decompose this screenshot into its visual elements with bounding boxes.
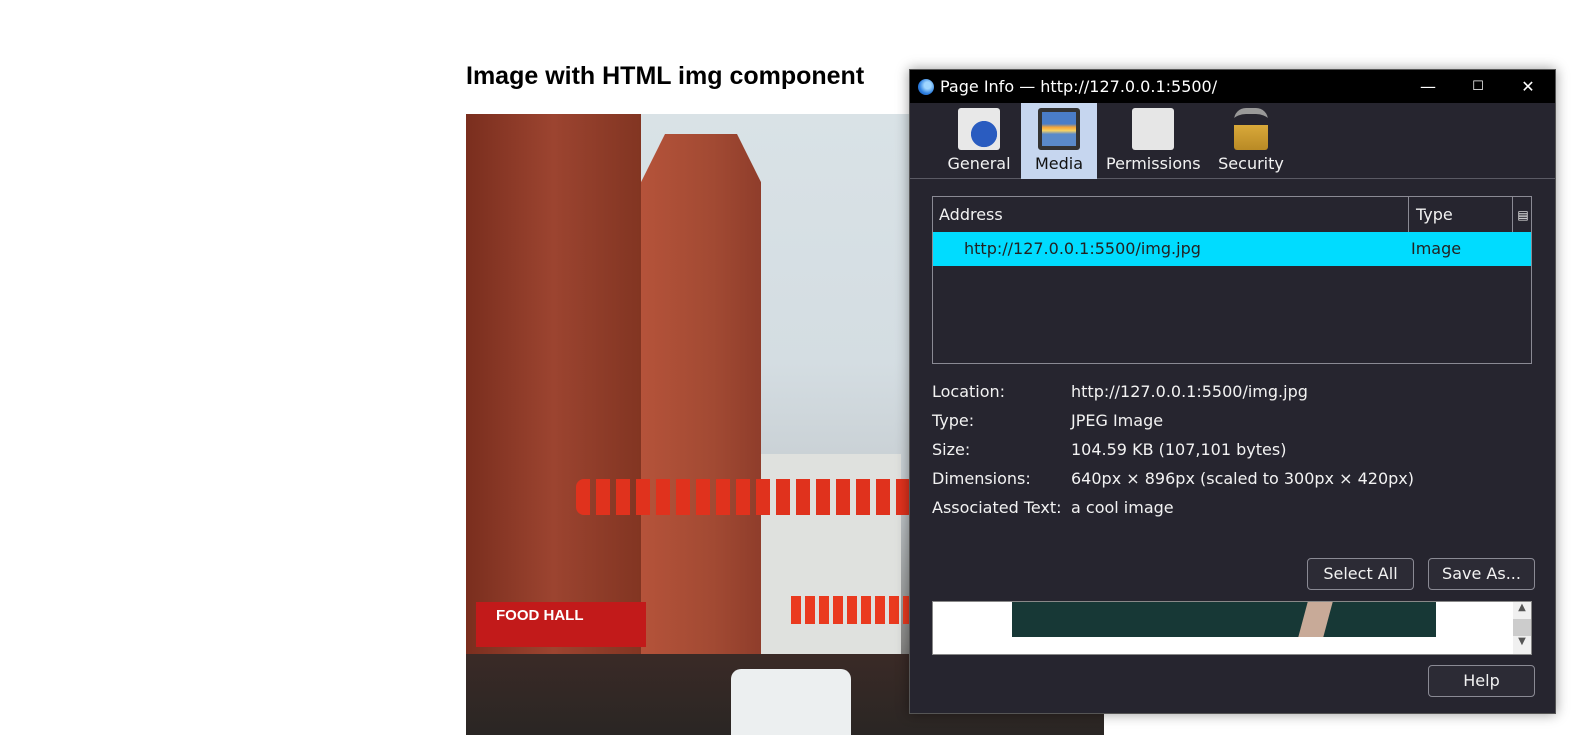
info-associated-text: Associated Text: a cool image	[932, 498, 1174, 517]
info-location: Location: http://127.0.0.1:5500/img.jpg	[932, 382, 1308, 401]
tab-general[interactable]: General	[946, 103, 1012, 179]
address-cell: http://127.0.0.1:5500/img.jpg	[964, 239, 1201, 258]
help-button[interactable]: Help	[1428, 665, 1535, 697]
title-bar[interactable]: Page Info — http://127.0.0.1:5500/ — ☐ ✕	[910, 70, 1555, 103]
tab-permissions[interactable]: Permissions	[1106, 103, 1201, 179]
column-header-type[interactable]: Type	[1410, 197, 1513, 232]
permissions-icon	[1132, 108, 1174, 150]
info-type: Type: JPEG Image	[932, 411, 1164, 430]
type-cell: Image	[1411, 239, 1462, 258]
info-dimensions: Dimensions: 640px × 896px (scaled to 300p…	[932, 469, 1414, 488]
tab-security[interactable]: Security	[1216, 103, 1286, 179]
window-title: Page Info — http://127.0.0.1:5500/	[940, 77, 1218, 96]
firefox-icon	[918, 78, 934, 95]
minimize-button[interactable]: —	[1403, 70, 1453, 103]
food-hall-sign: FOOD HALL	[476, 602, 646, 647]
tab-bar: General Media Permissions Security	[910, 103, 1555, 179]
media-preview[interactable]: ▲ ▼	[932, 601, 1532, 655]
padlock-icon	[1234, 108, 1268, 150]
column-header-address[interactable]: Address	[933, 197, 1409, 232]
media-table[interactable]: Address Type ▤ http://127.0.0.1:5500/img…	[932, 196, 1532, 364]
page-info-dialog: Page Info — http://127.0.0.1:5500/ — ☐ ✕…	[909, 69, 1556, 714]
media-icon	[1038, 108, 1080, 150]
preview-scrollbar[interactable]: ▲ ▼	[1513, 602, 1531, 654]
select-all-button[interactable]: Select All	[1307, 558, 1414, 590]
column-picker-icon[interactable]: ▤	[1515, 197, 1531, 232]
info-document-icon	[958, 108, 1000, 150]
maximize-button[interactable]: ☐	[1453, 70, 1503, 103]
save-as-button[interactable]: Save As...	[1428, 558, 1535, 590]
tab-media[interactable]: Media	[1021, 103, 1097, 179]
info-size: Size: 104.59 KB (107,101 bytes)	[932, 440, 1287, 459]
table-row[interactable]: http://127.0.0.1:5500/img.jpg Image	[933, 232, 1531, 266]
page-heading: Image with HTML img component	[466, 62, 865, 90]
close-button[interactable]: ✕	[1503, 70, 1553, 103]
